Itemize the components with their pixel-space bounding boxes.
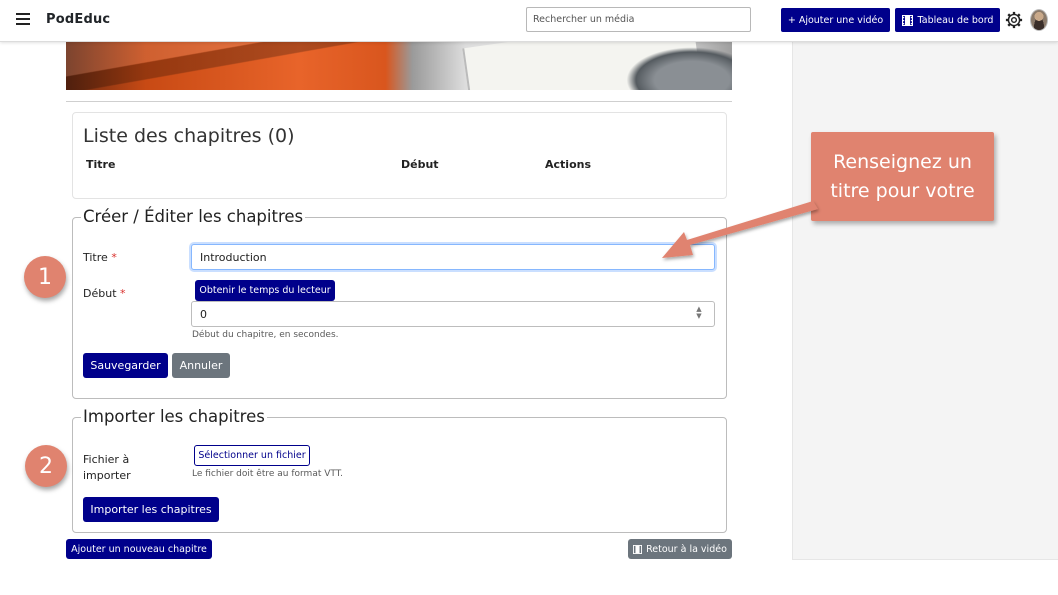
cancel-button[interactable]: Annuler xyxy=(172,353,230,378)
step-1-marker: 1 xyxy=(24,256,66,298)
chapters-list-title: Liste des chapitres (0) xyxy=(83,125,295,147)
title-field-label: Titre * xyxy=(83,251,117,264)
instruction-callout: Renseignez un titre pour votre xyxy=(811,132,994,221)
step-2-marker: 2 xyxy=(25,445,67,487)
title-label-text: Titre xyxy=(83,251,108,264)
user-avatar[interactable] xyxy=(1030,9,1048,31)
video-thumbnail-image xyxy=(66,42,732,90)
column-header-actions: Actions xyxy=(545,158,591,171)
chapter-title-input[interactable] xyxy=(191,244,715,270)
get-player-time-button[interactable]: Obtenir le temps du lecteur xyxy=(195,280,335,301)
back-to-video-button[interactable]: Retour à la vidéo xyxy=(628,539,732,559)
film-icon xyxy=(633,544,643,554)
callout-line-1: Renseignez un xyxy=(833,151,972,173)
file-field-label: Fichier à importer xyxy=(83,452,131,484)
column-header-title: Titre xyxy=(86,158,116,171)
chapter-start-input[interactable] xyxy=(191,301,715,327)
import-chapters-button[interactable]: Importer les chapitres xyxy=(83,497,219,522)
start-field-label: Début * xyxy=(83,287,126,300)
film-icon xyxy=(901,14,913,26)
start-help-text: Début du chapitre, en secondes. xyxy=(192,330,339,340)
required-marker: * xyxy=(120,287,126,300)
dashboard-label: Tableau de bord xyxy=(917,14,994,26)
back-to-video-label: Retour à la vidéo xyxy=(646,543,727,555)
menu-icon[interactable] xyxy=(16,13,30,25)
site-brand[interactable]: PodEduc xyxy=(46,12,110,27)
number-spinner-icon[interactable]: ▲ ▼ xyxy=(692,306,706,322)
add-new-chapter-button[interactable]: Ajouter un nouveau chapitre xyxy=(66,539,212,559)
search-input[interactable] xyxy=(526,7,751,32)
file-label-line1: Fichier à xyxy=(83,453,130,466)
dashboard-button[interactable]: Tableau de bord xyxy=(895,8,1000,32)
start-label-text: Début xyxy=(83,287,117,300)
required-marker: * xyxy=(111,251,117,264)
import-chapters-legend: Importer les chapitres xyxy=(81,407,267,426)
right-side-panel xyxy=(792,42,1058,560)
file-help-text: Le fichier doit être au format VTT. xyxy=(192,469,344,479)
callout-line-2: titre pour votre xyxy=(830,180,975,202)
file-label-line2: importer xyxy=(83,469,131,482)
callout-arrow-icon xyxy=(662,201,818,258)
divider xyxy=(66,101,732,102)
add-video-label: + Ajouter une vidéo xyxy=(787,14,884,26)
column-header-start: Début xyxy=(401,158,439,171)
edit-chapters-legend: Créer / Éditer les chapitres xyxy=(81,207,306,226)
add-video-button[interactable]: + Ajouter une vidéo xyxy=(781,8,890,32)
select-file-button[interactable]: Sélectionner un fichier xyxy=(194,445,310,466)
gear-icon[interactable] xyxy=(1005,11,1023,29)
save-button[interactable]: Sauvegarder xyxy=(83,353,168,378)
